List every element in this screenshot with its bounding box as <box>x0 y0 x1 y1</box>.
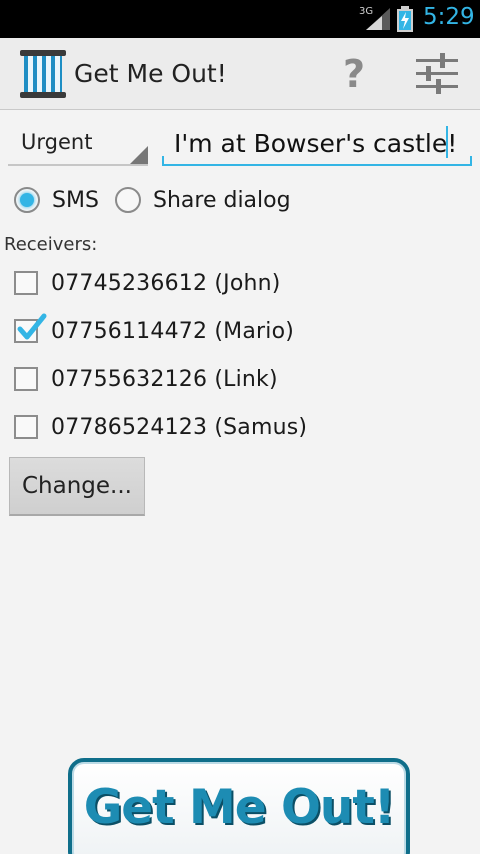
receiver-checkbox[interactable] <box>14 271 38 295</box>
status-bar: 3G 5:29 <box>0 0 480 38</box>
receiver-item[interactable]: 07786524123 (Samus) <box>14 409 307 445</box>
clock: 5:29 <box>423 4 475 30</box>
battery-charging-icon <box>397 6 413 32</box>
radio-share-dialog[interactable]: Share dialog <box>115 184 291 216</box>
receiver-label: 07745236612 (John) <box>51 270 281 296</box>
radio-sms[interactable]: SMS <box>14 184 99 216</box>
receivers-heading: Receivers: <box>4 234 98 255</box>
change-receivers-button[interactable]: Change... <box>9 457 145 516</box>
receiver-checkbox[interactable] <box>14 415 38 439</box>
receiver-item[interactable]: 07756114472 (Mario) <box>14 313 294 349</box>
receiver-checkbox[interactable] <box>14 313 47 343</box>
receiver-item[interactable]: 07745236612 (John) <box>14 265 281 301</box>
checkmark-icon <box>17 313 47 340</box>
receiver-checkbox[interactable] <box>14 367 38 391</box>
radio-label-share-dialog: Share dialog <box>153 187 291 213</box>
priority-value: Urgent <box>21 130 93 154</box>
app-title: Get Me Out! <box>74 59 227 88</box>
radio-label-sms: SMS <box>52 187 99 213</box>
dropdown-arrow-icon <box>130 146 148 164</box>
radio-button-share-dialog[interactable] <box>115 187 141 213</box>
input-edge-left <box>162 156 164 166</box>
receiver-label: 07786524123 (Samus) <box>51 414 308 440</box>
radio-button-sms[interactable] <box>14 187 40 213</box>
input-edge-right <box>470 156 472 166</box>
receiver-label: 07755632126 (Link) <box>51 366 278 392</box>
get-me-out-button[interactable]: Get Me Out! <box>68 758 410 854</box>
app-logo-icon[interactable] <box>20 50 66 98</box>
receiver-item[interactable]: 07755632126 (Link) <box>14 361 278 397</box>
priority-dropdown[interactable]: Urgent <box>8 126 148 166</box>
text-cursor <box>446 126 448 158</box>
receiver-label: 07756114472 (Mario) <box>51 318 295 344</box>
help-button[interactable]: ? <box>330 48 378 100</box>
get-me-out-label: Get Me Out! <box>83 780 396 835</box>
message-input[interactable] <box>162 122 472 166</box>
settings-sliders-icon[interactable] <box>414 52 460 96</box>
signal-strength-icon <box>366 8 390 30</box>
action-bar: Get Me Out! ? <box>0 38 480 110</box>
